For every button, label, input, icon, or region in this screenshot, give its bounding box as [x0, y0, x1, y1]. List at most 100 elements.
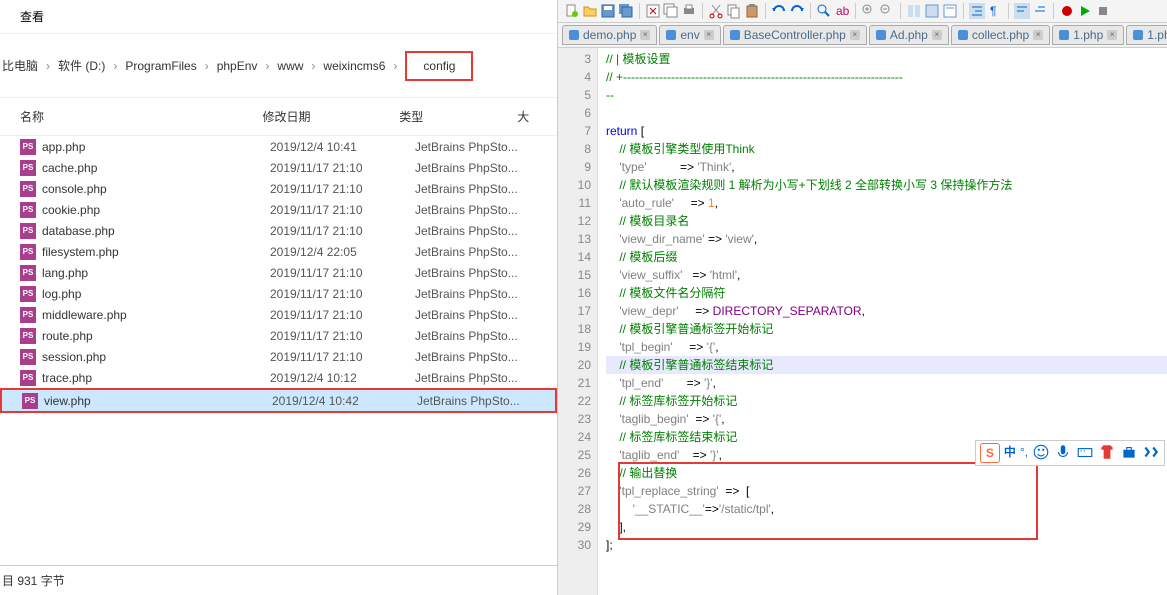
indent-guide-icon[interactable] — [1014, 3, 1030, 19]
macro-stop-icon[interactable] — [1095, 3, 1111, 19]
line-number: 26 — [558, 464, 591, 482]
editor-tab[interactable]: collect.php × — [951, 25, 1050, 45]
macro-play-icon[interactable] — [1077, 3, 1093, 19]
file-row[interactable]: PS session.php 2019/11/17 21:10 JetBrain… — [0, 346, 557, 367]
ime-punct-icon[interactable]: °, — [1020, 443, 1028, 463]
line-number: 21 — [558, 374, 591, 392]
tab-close-icon[interactable]: × — [704, 30, 714, 40]
wrap-icon[interactable] — [924, 3, 940, 19]
ime-emoji-icon[interactable] — [1032, 443, 1050, 461]
indent-icon[interactable] — [969, 3, 985, 19]
sync-icon[interactable] — [906, 3, 922, 19]
file-row[interactable]: PS view.php 2019/12/4 10:42 JetBrains Ph… — [2, 390, 555, 411]
file-type: JetBrains PhpSto... — [415, 224, 550, 238]
tab-close-icon[interactable]: × — [932, 30, 942, 40]
new-file-icon[interactable] — [564, 3, 580, 19]
file-row[interactable]: PS database.php 2019/11/17 21:10 JetBrai… — [0, 220, 557, 241]
breadcrumb-item[interactable]: weixincms6 — [323, 59, 385, 73]
close-all-icon[interactable] — [663, 3, 679, 19]
php-file-icon: PS — [20, 202, 36, 218]
column-header-size[interactable]: 大 — [509, 104, 557, 129]
find-icon[interactable] — [816, 3, 832, 19]
close-icon[interactable] — [645, 3, 661, 19]
show-all-icon[interactable]: ¶ — [987, 3, 1003, 19]
line-number: 4 — [558, 68, 591, 86]
ime-keyboard-icon[interactable] — [1076, 443, 1094, 461]
zoom-in-icon[interactable] — [861, 3, 877, 19]
save-all-icon[interactable] — [618, 3, 634, 19]
file-name: database.php — [42, 224, 270, 238]
file-row[interactable]: PS console.php 2019/11/17 21:10 JetBrain… — [0, 178, 557, 199]
code-editor[interactable]: 3456789101112131415161718192021222324252… — [558, 48, 1167, 595]
column-header-type[interactable]: 类型 — [391, 104, 509, 129]
file-type: JetBrains PhpSto... — [415, 140, 550, 154]
breadcrumb-item[interactable]: phpEnv — [217, 59, 258, 73]
breadcrumb-item-current[interactable]: config — [423, 59, 455, 73]
breadcrumb-item[interactable]: 软件 (D:) — [58, 57, 105, 74]
file-type: JetBrains PhpSto... — [415, 203, 550, 217]
file-date: 2019/11/17 21:10 — [270, 182, 415, 196]
file-name: view.php — [44, 394, 272, 408]
doc-map-icon[interactable] — [942, 3, 958, 19]
redo-icon[interactable] — [789, 3, 805, 19]
file-row[interactable]: PS middleware.php 2019/11/17 21:10 JetBr… — [0, 304, 557, 325]
file-date: 2019/11/17 21:10 — [270, 266, 415, 280]
copy-icon[interactable] — [726, 3, 742, 19]
ime-toolbar[interactable]: S 中 °, — [975, 440, 1165, 466]
file-type: JetBrains PhpSto... — [415, 287, 550, 301]
editor-tab[interactable]: 1.php × — [1052, 25, 1124, 45]
php-file-icon: PS — [20, 349, 36, 365]
php-file-icon: PS — [20, 244, 36, 260]
file-list-header: 名称 修改日期 类型 大 — [0, 98, 557, 136]
file-row[interactable]: PS cache.php 2019/11/17 21:10 JetBrains … — [0, 157, 557, 178]
replace-icon[interactable]: ab — [834, 3, 850, 19]
tab-file-icon — [876, 30, 886, 40]
status-bar: 目 931 字节 — [0, 565, 557, 595]
tab-close-icon[interactable]: × — [1107, 30, 1117, 40]
print-icon[interactable] — [681, 3, 697, 19]
line-number: 27 — [558, 482, 591, 500]
editor-tab[interactable]: 1.ph × — [1126, 25, 1167, 45]
column-header-date[interactable]: 修改日期 — [254, 104, 391, 129]
breadcrumb-item[interactable]: www — [277, 59, 303, 73]
file-row[interactable]: PS lang.php 2019/11/17 21:10 JetBrains P… — [0, 262, 557, 283]
tab-close-icon[interactable]: × — [1033, 30, 1043, 40]
file-row[interactable]: PS trace.php 2019/12/4 10:12 JetBrains P… — [0, 367, 557, 388]
breadcrumb-item[interactable]: ProgramFiles — [125, 59, 196, 73]
zoom-out-icon[interactable] — [879, 3, 895, 19]
undo-icon[interactable] — [771, 3, 787, 19]
ime-voice-icon[interactable] — [1054, 443, 1072, 461]
open-icon[interactable] — [582, 3, 598, 19]
tab-close-icon[interactable]: × — [640, 30, 650, 40]
code-area[interactable]: // | 模板设置 // +--------------------------… — [598, 48, 1167, 595]
editor-tab[interactable]: env × — [659, 25, 720, 45]
column-header-name[interactable]: 名称 — [0, 104, 254, 129]
file-row[interactable]: PS route.php 2019/11/17 21:10 JetBrains … — [0, 325, 557, 346]
ime-lang[interactable]: 中 — [1004, 443, 1016, 463]
macro-record-icon[interactable] — [1059, 3, 1075, 19]
editor-tab[interactable]: Ad.php × — [869, 25, 949, 45]
file-row[interactable]: PS filesystem.php 2019/12/4 22:05 JetBra… — [0, 241, 557, 262]
editor-tab[interactable]: demo.php × — [562, 25, 657, 45]
editor-tab[interactable]: BaseController.php × — [723, 25, 867, 45]
svg-text:ab: ab — [836, 4, 850, 18]
file-row[interactable]: PS cookie.php 2019/11/17 21:10 JetBrains… — [0, 199, 557, 220]
file-row[interactable]: PS log.php 2019/11/17 21:10 JetBrains Ph… — [0, 283, 557, 304]
file-type: JetBrains PhpSto... — [417, 394, 552, 408]
line-number: 15 — [558, 266, 591, 284]
breadcrumb-item[interactable]: 比电脑 — [2, 57, 38, 74]
menu-view[interactable]: 查看 — [20, 10, 44, 24]
line-number: 6 — [558, 104, 591, 122]
file-row[interactable]: PS app.php 2019/12/4 10:41 JetBrains Php… — [0, 136, 557, 157]
file-date: 2019/12/4 10:42 — [272, 394, 417, 408]
cut-icon[interactable] — [708, 3, 724, 19]
sogou-icon[interactable]: S — [980, 443, 1000, 463]
ime-skin-icon[interactable] — [1098, 443, 1116, 461]
save-icon[interactable] — [600, 3, 616, 19]
file-date: 2019/11/17 21:10 — [270, 287, 415, 301]
ime-settings-icon[interactable] — [1142, 443, 1160, 461]
paste-icon[interactable] — [744, 3, 760, 19]
outdent-icon[interactable] — [1032, 3, 1048, 19]
ime-toolbox-icon[interactable] — [1120, 443, 1138, 461]
tab-close-icon[interactable]: × — [850, 30, 860, 40]
